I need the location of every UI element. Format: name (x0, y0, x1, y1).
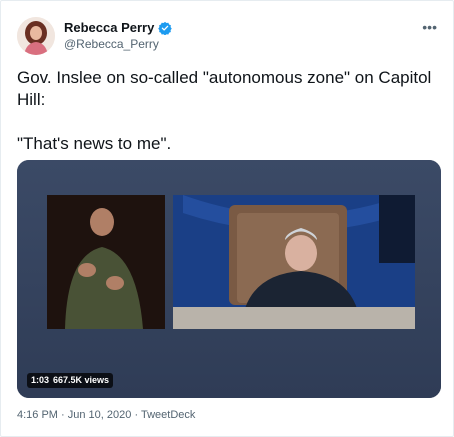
tweet-card: Rebecca Perry @Rebecca_Perry ••• Gov. In… (0, 0, 454, 437)
avatar[interactable] (17, 17, 55, 55)
tweet-meta: 4:16 PM · Jun 10, 2020 · TweetDeck (17, 409, 195, 421)
meta-separator-2: · (134, 409, 139, 421)
tweet-source[interactable]: TweetDeck (141, 409, 195, 421)
sign-language-interpreter-frame (47, 195, 165, 329)
video-views: 667.5K views (53, 375, 110, 385)
verified-icon (158, 21, 173, 35)
tweet-text: Gov. Inslee on so-called "autonomous zon… (17, 68, 432, 153)
author-block: Rebecca Perry @Rebecca_Perry (64, 20, 173, 51)
video-duration: 1:03 (31, 375, 50, 385)
governor-frame (173, 195, 415, 329)
meta-separator: · (61, 409, 65, 421)
video-player[interactable]: 1:03 667.5K views (17, 160, 441, 398)
tweet-header: Rebecca Perry @Rebecca_Perry ••• (17, 17, 437, 57)
tweet-time[interactable]: 4:16 PM (17, 409, 58, 421)
more-horizontal-icon[interactable]: ••• (422, 19, 437, 35)
video-info-badge: 1:03 667.5K views (27, 373, 114, 388)
display-name[interactable]: Rebecca Perry (64, 20, 154, 35)
author-handle[interactable]: @Rebecca_Perry (64, 37, 172, 51)
tweet-date[interactable]: Jun 10, 2020 (68, 409, 132, 421)
